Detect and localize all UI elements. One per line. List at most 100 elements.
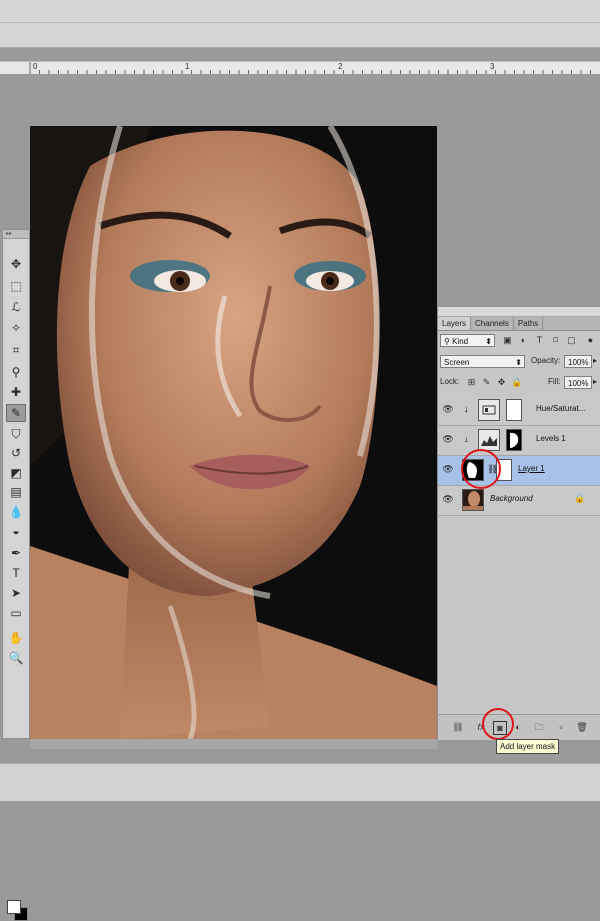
clip-arrow-icon: ↓: [464, 404, 469, 414]
chevron-down-icon: ⬍: [515, 358, 522, 367]
tooltip-add-layer-mask: Add layer mask: [496, 739, 560, 754]
layer-filter-row: ⚲ Kind ⬍ ▣ ◐ T ⌑ ▢ ●: [440, 332, 598, 350]
zoom-tool-icon[interactable]: 🔍: [6, 649, 26, 667]
move-tool-icon[interactable]: ✥: [6, 255, 26, 273]
ruler-ticks: [29, 62, 591, 74]
layer-name[interactable]: Background: [490, 494, 533, 503]
brush-tool-icon[interactable]: ✎: [6, 404, 26, 422]
layer-mask-thumbnail[interactable]: [506, 429, 522, 451]
layers-panel: Layers Channels Paths ⚲ Kind ⬍ ▣ ◐ T ⌑ ▢…: [437, 307, 600, 740]
pen-tool-icon[interactable]: ✒: [6, 544, 26, 562]
crop-tool-icon[interactable]: ⌗: [6, 341, 26, 359]
document-canvas[interactable]: [30, 126, 437, 739]
lasso-tool-icon[interactable]: ℒ: [6, 298, 26, 316]
fill-slider-arrow-icon[interactable]: ▸: [593, 375, 597, 389]
highlight-circle-add-mask-button: [482, 708, 514, 740]
lock-image-pixels-icon[interactable]: ✎: [481, 377, 492, 388]
mask-shape-glyph: [510, 432, 519, 448]
lock-label: Lock:: [440, 377, 460, 386]
hue-saturation-glyph: [482, 405, 496, 415]
horizontal-ruler: 0 1 2 3: [0, 61, 600, 75]
ruler-label-0: 0: [33, 62, 38, 71]
tab-layers[interactable]: Layers: [438, 317, 472, 330]
eraser-tool-icon[interactable]: ◩: [6, 464, 26, 482]
layer-name[interactable]: Hue/Saturat...: [536, 404, 585, 413]
lock-fill-row: Lock: ⊞ ✎ ✥ 🔒 Fill: 100% ▸: [440, 375, 598, 391]
eye-icon[interactable]: 👁: [441, 404, 455, 416]
blend-mode-select[interactable]: Screen ⬍: [440, 355, 525, 368]
blend-mode-value: Screen: [444, 358, 470, 367]
application-menu-bar: [0, 0, 600, 23]
filter-kind-value: Kind: [452, 337, 469, 346]
type-tool-icon[interactable]: T: [6, 564, 26, 582]
ruler-label-1: 1: [185, 62, 190, 71]
tools-panel-grip[interactable]: ▸▸: [3, 230, 29, 239]
layer-name[interactable]: Layer 1: [518, 464, 545, 473]
chevron-down-icon: ⬍: [485, 337, 492, 346]
healing-brush-tool-icon[interactable]: ✚: [6, 383, 26, 401]
fill-input[interactable]: 100%: [564, 376, 592, 389]
canvas-horizontal-scrollbar[interactable]: [30, 739, 437, 749]
filter-pixel-icon[interactable]: ▣: [502, 335, 513, 346]
options-bar: [0, 23, 600, 48]
new-layer-icon[interactable]: ▫: [555, 721, 567, 733]
panel-tabs: Layers Channels Paths: [438, 317, 600, 331]
ruler-label-3: 3: [490, 62, 495, 71]
blur-tool-icon[interactable]: 💧: [6, 503, 26, 521]
ruler-label-2: 2: [338, 62, 343, 71]
new-group-icon[interactable]: 🗀: [533, 721, 545, 733]
blend-opacity-row: Screen ⬍ Opacity: 100% ▸: [440, 354, 598, 370]
shape-tool-icon[interactable]: ▭: [6, 604, 26, 622]
background-thumb-glyph: [463, 491, 483, 510]
status-bar: [0, 763, 600, 801]
hand-tool-icon[interactable]: ✋: [6, 629, 26, 647]
layer-mask-thumbnail[interactable]: [506, 399, 522, 421]
layers-list: 👁 ↓ Hue/Saturat... 👁 ↓ Levels 1 👁 ⛓ Laye…: [438, 396, 600, 516]
eye-icon[interactable]: 👁: [441, 494, 455, 506]
lock-transparent-pixels-icon[interactable]: ⊞: [466, 377, 477, 388]
filter-smart-object-icon[interactable]: ▢: [566, 335, 577, 346]
filter-toggle-icon[interactable]: ●: [585, 335, 596, 346]
tab-paths[interactable]: Paths: [514, 317, 544, 330]
search-icon: ⚲: [444, 337, 453, 346]
layer-row-hue-saturation[interactable]: 👁 ↓ Hue/Saturat...: [438, 396, 600, 426]
hue-saturation-adjustment-icon: [478, 399, 500, 421]
levels-glyph: [481, 436, 497, 446]
highlight-circle-layer-thumbnail: [461, 449, 501, 489]
background-thumbnail[interactable]: [462, 489, 484, 511]
eye-icon[interactable]: 👁: [441, 464, 455, 476]
link-layers-icon[interactable]: ⛓: [452, 721, 464, 733]
marquee-tool-icon[interactable]: ⬚: [6, 277, 26, 295]
opacity-slider-arrow-icon[interactable]: ▸: [593, 354, 597, 368]
layer-row-levels[interactable]: 👁 ↓ Levels 1: [438, 426, 600, 456]
panel-header-strip: [438, 307, 600, 317]
gradient-tool-icon[interactable]: ▤: [6, 483, 26, 501]
fill-label: Fill:: [548, 377, 561, 386]
filter-kind-select[interactable]: ⚲ Kind ⬍: [440, 334, 495, 347]
filter-type-icon[interactable]: T: [534, 335, 545, 346]
eyedropper-tool-icon[interactable]: ⚲: [6, 363, 26, 381]
trash-icon[interactable]: 🗑: [576, 721, 588, 733]
lock-icon: 🔒: [574, 493, 586, 503]
filter-adjustment-icon[interactable]: ◐: [518, 335, 529, 346]
levels-adjustment-icon: [478, 429, 500, 451]
layers-panel-footer: ⛓ fx ◙ ◐ 🗀 ▫ 🗑: [438, 714, 600, 740]
portrait-image: [30, 126, 437, 739]
path-select-tool-icon[interactable]: ➤: [6, 584, 26, 602]
clone-stamp-tool-icon[interactable]: ⛉: [6, 425, 26, 443]
layer-name[interactable]: Levels 1: [536, 434, 566, 443]
eye-icon[interactable]: 👁: [441, 434, 455, 446]
lock-position-icon[interactable]: ✥: [496, 377, 507, 388]
tools-panel: ▸▸ ✥ ⬚ ℒ ✧ ⌗ ⚲ ✚ ✎ ⛉ ↺ ◩ ▤ 💧 ◒ ✒ T ➤ ▭ ✋ 🔍: [2, 229, 30, 921]
history-brush-tool-icon[interactable]: ↺: [6, 444, 26, 462]
opacity-input[interactable]: 100%: [564, 355, 592, 368]
layer-row-background[interactable]: 👁 Background 🔒: [438, 486, 600, 516]
foreground-color-swatch[interactable]: [7, 900, 21, 914]
quick-select-tool-icon[interactable]: ✧: [6, 319, 26, 337]
clip-arrow-icon: ↓: [464, 434, 469, 444]
lock-all-icon[interactable]: 🔒: [511, 377, 522, 388]
tab-channels[interactable]: Channels: [471, 317, 514, 330]
dodge-tool-icon[interactable]: ◒: [6, 522, 26, 540]
opacity-label: Opacity:: [531, 356, 561, 365]
filter-shape-icon[interactable]: ⌑: [550, 335, 561, 346]
